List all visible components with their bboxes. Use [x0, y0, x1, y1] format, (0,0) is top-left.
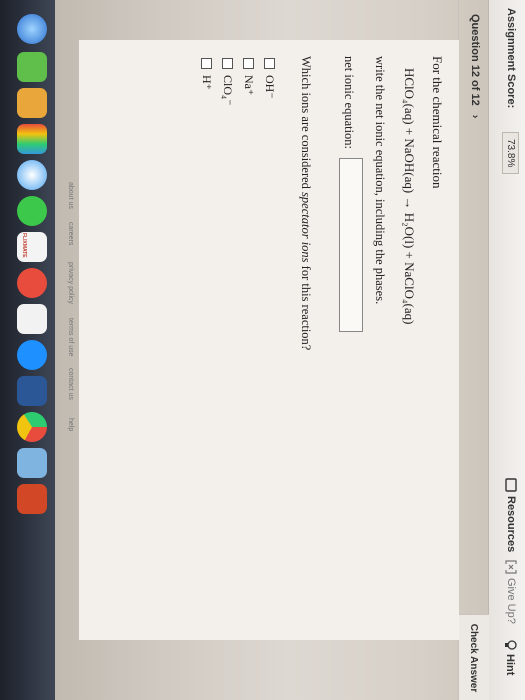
footer-link-help[interactable]: help: [67, 418, 74, 431]
finder-icon[interactable]: [17, 340, 47, 370]
preview-app-icon[interactable]: [17, 448, 47, 478]
launchpad-icon[interactable]: [17, 14, 47, 44]
document-icon: [505, 478, 517, 492]
option-label: Na⁺: [242, 75, 256, 96]
app-badge: FLIXMATE: [21, 233, 27, 258]
footer-link-careers[interactable]: careers: [67, 222, 74, 245]
rotated-screen: Assignment Score: 73.8% Resources Give U…: [0, 0, 525, 700]
option-oh[interactable]: OH⁻: [262, 58, 277, 99]
checkbox[interactable]: [222, 58, 233, 69]
score-label: Assignment Score:: [505, 8, 517, 109]
question-intro: For the chemical reaction: [430, 56, 445, 189]
footer-link-about[interactable]: about us: [67, 182, 74, 209]
safari-icon[interactable]: [17, 160, 47, 190]
charts-app-icon[interactable]: [17, 124, 47, 154]
news-app-icon[interactable]: [17, 268, 47, 298]
record-app-icon[interactable]: FLIXMATE: [17, 232, 47, 262]
option-label: ClO₄⁻: [221, 75, 235, 106]
question-number[interactable]: Question 12 of 12 ›: [469, 14, 481, 118]
resources-button[interactable]: Resources: [505, 478, 517, 552]
itunes-icon[interactable]: [17, 304, 47, 334]
question-card: For the chemical reaction HClO₄(aq) + Na…: [79, 40, 459, 640]
spectator-prefix: Which ions are considered: [299, 56, 313, 193]
chemical-equation: HClO₄(aq) + NaOH(aq) → H₂O(l) + NaClO₄(a…: [402, 68, 417, 325]
option-label: H⁺: [200, 75, 214, 90]
footer-links: about us careers privacy policy terms of…: [59, 0, 79, 700]
top-bar: Assignment Score: 73.8% Resources Give U…: [488, 0, 525, 700]
resources-label: Resources: [505, 496, 517, 553]
chrome-icon[interactable]: [17, 412, 47, 442]
checkbox[interactable]: [264, 58, 275, 69]
net-ionic-label: net ionic equation:: [342, 56, 356, 150]
mac-dock: FLIXMATE: [0, 0, 55, 700]
give-up-label: Give Up?: [505, 578, 517, 624]
option-na[interactable]: Na⁺: [241, 58, 256, 95]
lightbulb-icon: [505, 640, 517, 650]
option-h[interactable]: H⁺: [199, 58, 214, 90]
question-instruction: write the net ionic equation, including …: [373, 56, 387, 305]
hint-button[interactable]: Hint: [504, 640, 517, 675]
checkbox[interactable]: [243, 58, 254, 69]
numbers-app-icon[interactable]: [17, 52, 47, 82]
spectator-question: Which ions are considered spectator ions…: [298, 56, 313, 350]
spectator-emphasis: spectator ions: [299, 192, 313, 263]
option-clo4[interactable]: ClO₄⁻: [220, 58, 235, 106]
footer-link-terms[interactable]: terms of use: [67, 318, 74, 357]
question-nav-bar: Question 12 of 12 ›: [458, 0, 489, 700]
photo-stage: Assignment Score: 73.8% Resources Give U…: [0, 0, 525, 700]
footer-link-privacy[interactable]: privacy policy: [67, 262, 74, 304]
hint-label: Hint: [504, 654, 517, 676]
checkbox[interactable]: [201, 58, 212, 69]
footer-link-contact[interactable]: contact us: [67, 368, 74, 400]
question-number-label: Question 12 of 12: [469, 14, 481, 106]
chevron-right-icon: ›: [469, 114, 481, 119]
give-up-icon: [505, 560, 517, 574]
keynote-app-icon[interactable]: [17, 88, 47, 118]
option-label: OH⁻: [263, 75, 277, 99]
net-ionic-input[interactable]: [339, 158, 363, 332]
powerpoint-app-icon[interactable]: [17, 484, 47, 514]
check-answer-button[interactable]: Check Answer: [459, 614, 489, 700]
spectator-suffix: for this reaction?: [299, 262, 313, 351]
score-value: 73.8%: [502, 132, 519, 175]
messages-icon[interactable]: [17, 196, 47, 226]
word-app-icon[interactable]: [17, 376, 47, 406]
give-up-button[interactable]: Give Up?: [505, 560, 517, 624]
